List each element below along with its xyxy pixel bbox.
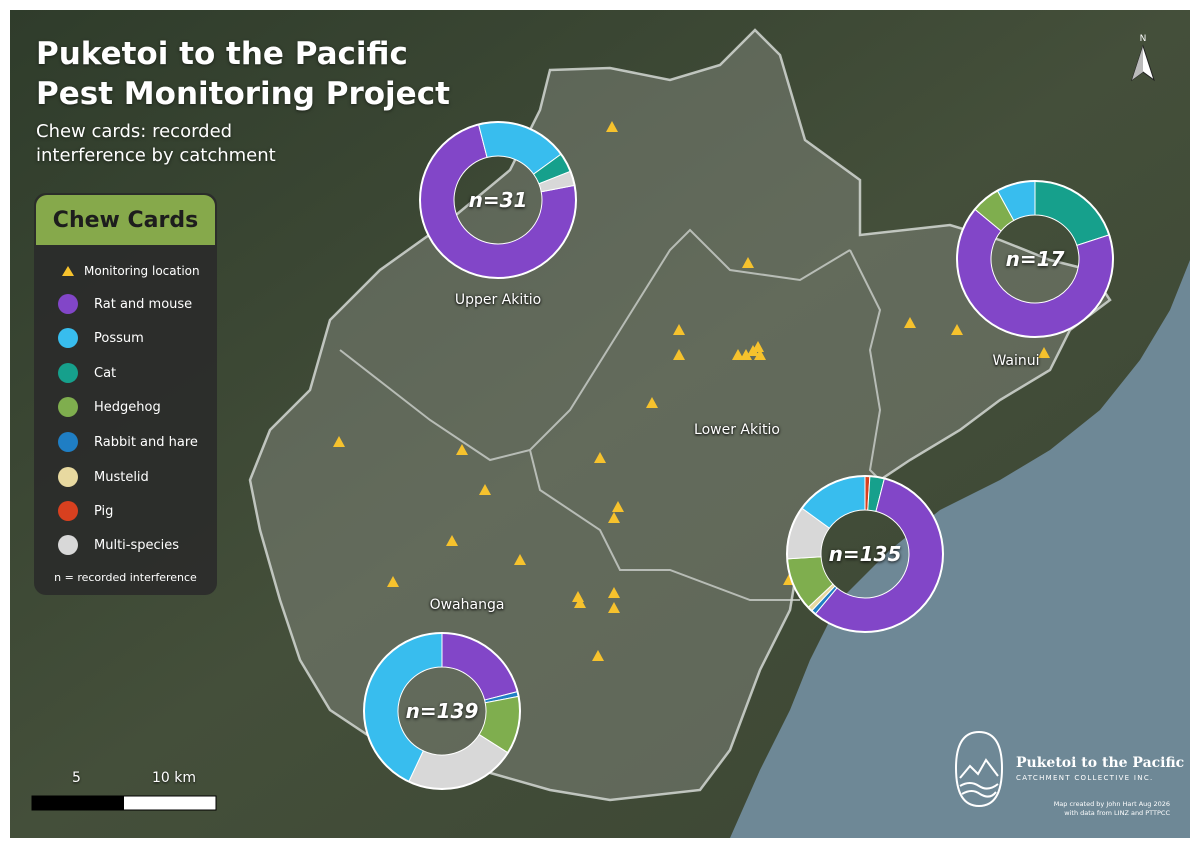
place-label-wainui: Wainui: [992, 353, 1040, 369]
legend-row-rabbit: Rabbit and hare: [34, 430, 217, 454]
legend-row-pig: Pig: [34, 499, 217, 523]
map-title: Puketoi to the Pacific Pest Monitoring P…: [36, 34, 450, 114]
place-label-lower-akitio: Lower Akitio: [694, 422, 780, 438]
place-label-upper-akitio: Upper Akitio: [454, 292, 542, 308]
n-label-lower-akitio: n=135: [828, 542, 902, 566]
scale-label-5: 5: [72, 770, 81, 786]
legend-heading: Chew Cards: [36, 195, 215, 245]
legend-label-monitoring: Monitoring location: [84, 264, 200, 278]
legend-label-rabbit: Rabbit and hare: [94, 434, 198, 450]
mustelid-swatch-icon: [58, 467, 78, 487]
multi-species-swatch-icon: [58, 535, 78, 555]
legend-label-multi: Multi-species: [94, 537, 180, 553]
legend-row-multi: Multi-species: [34, 533, 217, 557]
legend-label-rat: Rat and mouse: [94, 296, 193, 312]
n-label-owahanga: n=139: [405, 699, 479, 723]
legend-label-cat: Cat: [94, 365, 117, 381]
map-subtitle: Chew cards: recorded interference by cat…: [36, 120, 276, 168]
scale-label-10: 10 km: [152, 770, 197, 786]
credit-line-2: with data from LINZ and PTTPCC: [1064, 809, 1170, 817]
legend-label-mustelid: Mustelid: [94, 469, 149, 485]
rat-swatch-icon: [58, 294, 78, 314]
legend-label-hedgehog: Hedgehog: [94, 399, 161, 415]
possum-swatch-icon: [58, 328, 78, 348]
legend-label-pig: Pig: [94, 503, 114, 519]
legend-label-possum: Possum: [94, 330, 144, 346]
legend-row-mustelid: Mustelid: [34, 465, 217, 489]
logo-subtitle: CATCHMENT COLLECTIVE INC.: [1016, 774, 1154, 782]
triangle-icon: [62, 266, 74, 276]
title-line-1: Puketoi to the Pacific: [36, 36, 408, 72]
place-label-owahanga: Owahanga: [429, 597, 505, 613]
n-label-wainui: n=17: [1005, 247, 1065, 271]
subtitle-line-2: interference by catchment: [36, 145, 276, 166]
logo-name: Puketoi to the Pacific: [1016, 755, 1185, 771]
north-label: N: [1139, 34, 1147, 44]
scale-bar: [31, 795, 217, 811]
rabbit-swatch-icon: [58, 432, 78, 452]
legend-note: n = recorded interference: [54, 571, 197, 584]
subtitle-line-1: Chew cards: recorded: [36, 121, 233, 142]
n-label-upper-akitio: n=31: [468, 188, 528, 212]
collective-logo-icon: [954, 730, 1004, 808]
legend-panel: Chew Cards Monitoring location Rat and m…: [34, 193, 217, 595]
pig-swatch-icon: [58, 501, 78, 521]
credit-line-1: Map created by John Hart Aug 2026: [1053, 800, 1170, 808]
legend-row-possum: Possum: [34, 326, 217, 350]
cat-swatch-icon: [58, 363, 78, 383]
map-credit: Map created by John Hart Aug 2026 with d…: [970, 800, 1170, 818]
legend-row-rat: Rat and mouse: [34, 292, 217, 316]
title-line-2: Pest Monitoring Project: [36, 76, 450, 112]
north-arrow-icon: N: [1130, 34, 1156, 84]
legend-row-hedgehog: Hedgehog: [34, 395, 217, 419]
legend-row-cat: Cat: [34, 361, 217, 385]
map-view[interactable]: Puketoi to the Pacific Pest Monitoring P…: [10, 10, 1190, 838]
hedgehog-swatch-icon: [58, 397, 78, 417]
legend-row-monitoring: Monitoring location: [34, 259, 217, 283]
